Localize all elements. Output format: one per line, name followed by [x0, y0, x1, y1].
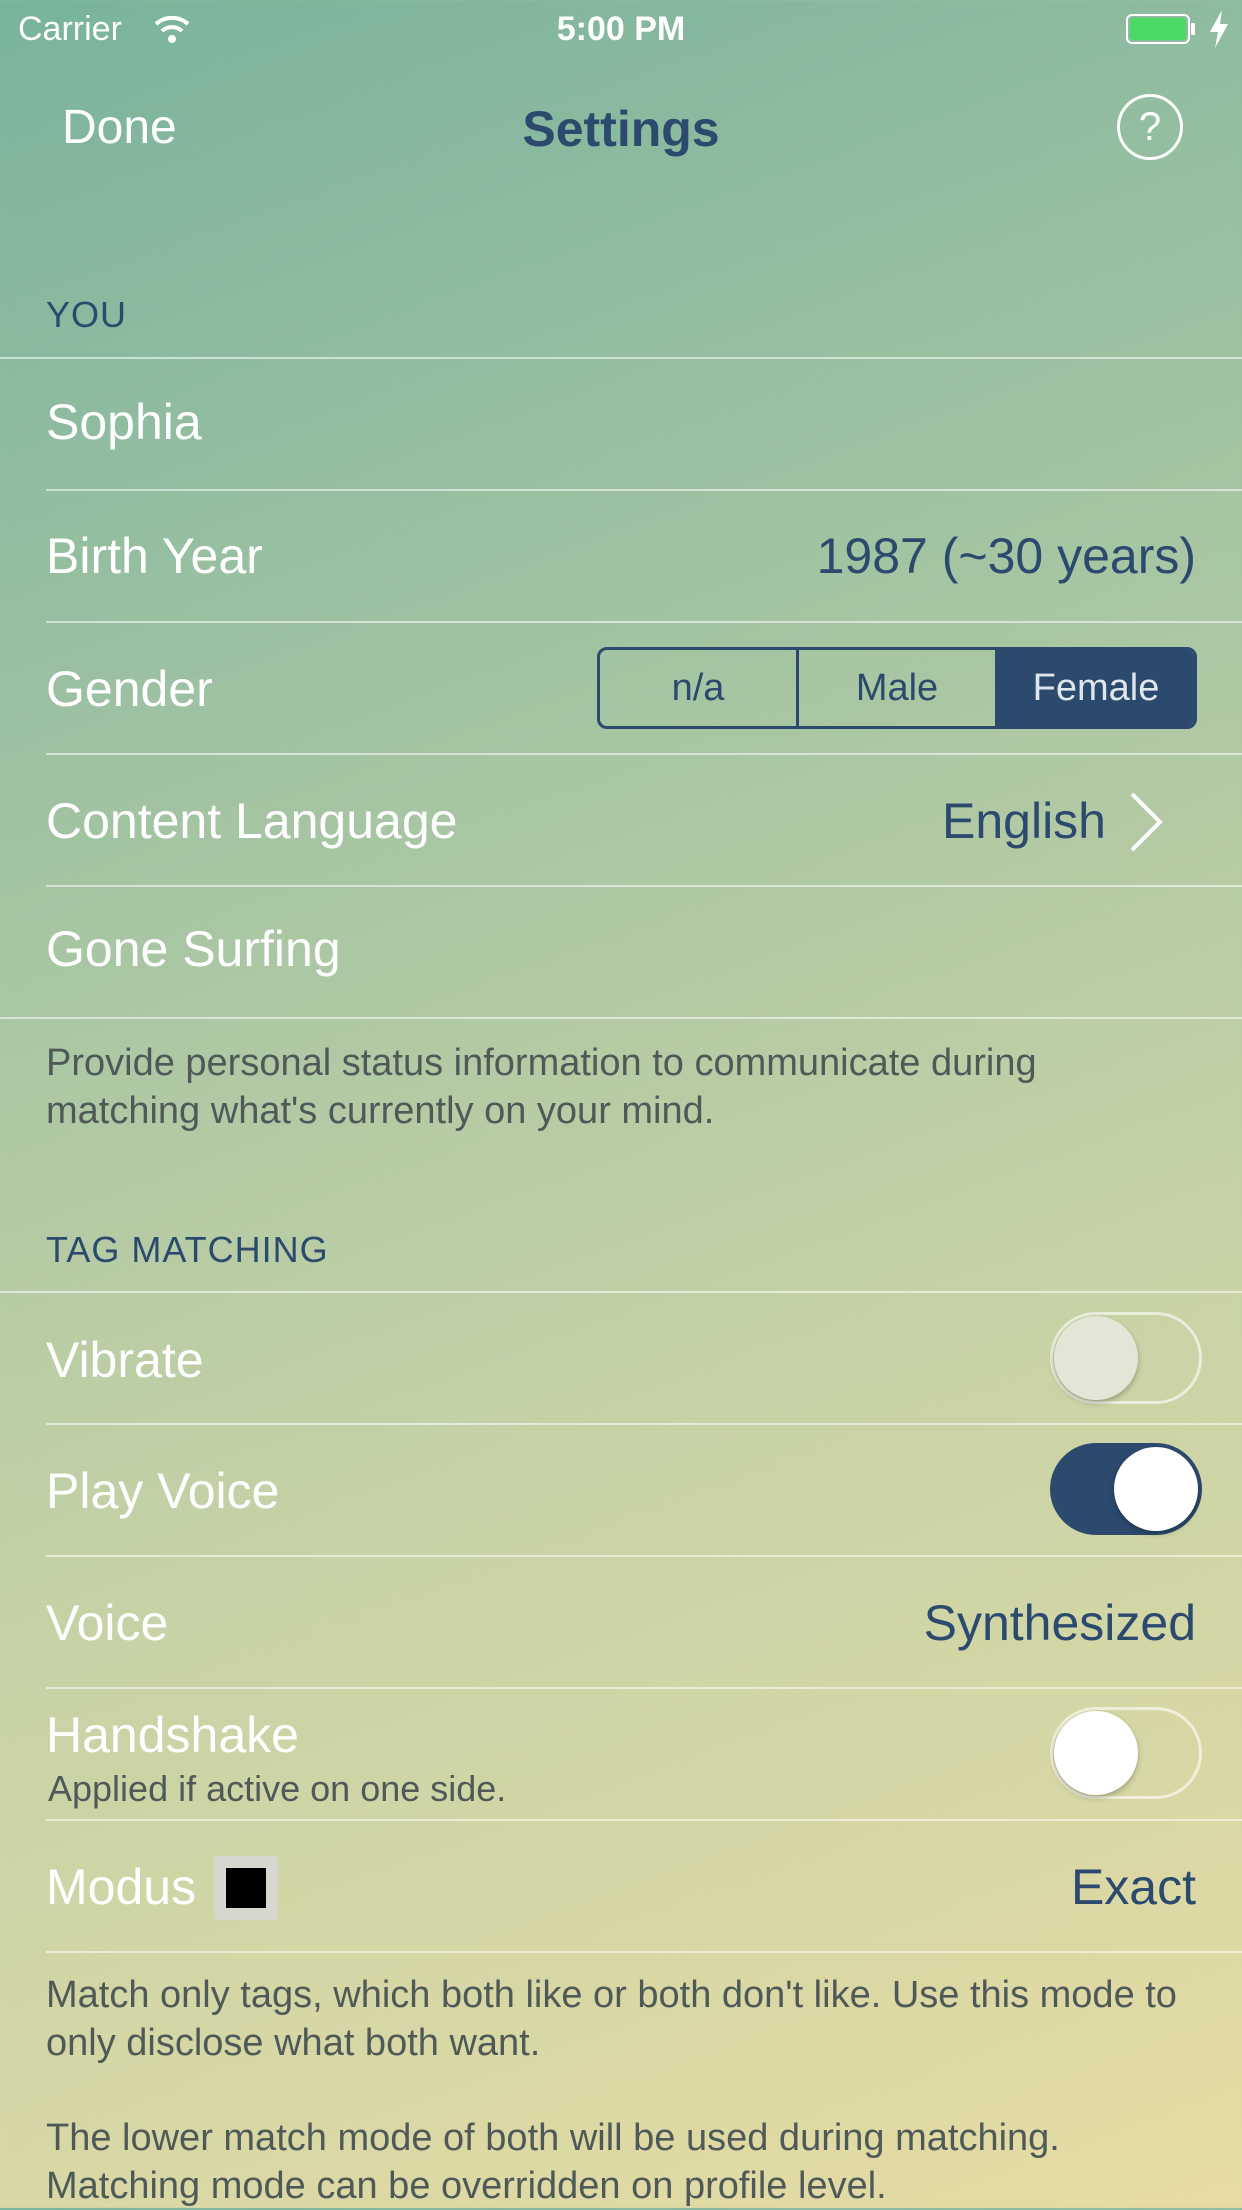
content-language-value[interactable]: English — [942, 792, 1106, 850]
section-header-you: YOU — [46, 294, 128, 335]
you-section-footer: Provide personal status information to c… — [46, 1042, 1037, 1132]
status-bar: Carrier 5:00 PM — [0, 0, 1242, 60]
divider — [0, 1291, 1242, 1293]
divider — [46, 1819, 1242, 1821]
charging-icon — [1210, 10, 1228, 48]
birth-year-label: Birth Year — [46, 528, 263, 584]
divider — [46, 1423, 1242, 1425]
divider — [0, 357, 1242, 359]
chevron-right-icon[interactable] — [1126, 790, 1166, 854]
toggle-knob — [1054, 1316, 1138, 1400]
vibrate-label: Vibrate — [46, 1332, 204, 1388]
play-voice-label: Play Voice — [46, 1463, 280, 1519]
help-button[interactable]: ? — [1117, 94, 1183, 160]
gender-option-na[interactable]: n/a — [600, 650, 799, 726]
status-field[interactable]: Gone Surfing — [46, 920, 341, 978]
voice-label: Voice — [46, 1595, 169, 1651]
section-header-tag-matching: TAG MATCHING — [46, 1229, 329, 1270]
tag-matching-footer-1: Match only tags, which both like or both… — [46, 1974, 1177, 2064]
vibrate-toggle[interactable] — [1050, 1312, 1202, 1404]
tag-matching-footer-2: The lower match mode of both will be use… — [46, 2117, 1060, 2207]
gender-option-male[interactable]: Male — [799, 650, 998, 726]
divider — [46, 621, 1242, 623]
battery-icon — [1126, 14, 1195, 44]
play-voice-toggle[interactable] — [1050, 1443, 1202, 1535]
handshake-toggle[interactable] — [1050, 1707, 1202, 1799]
modus-label: Modus — [46, 1859, 197, 1915]
handshake-subtitle: Applied if active on one side. — [48, 1768, 507, 1809]
navigation-bar: Done Settings ? — [0, 70, 1242, 180]
toggle-knob — [1054, 1711, 1138, 1795]
divider — [46, 753, 1242, 755]
birth-year-value[interactable]: 1987 (~30 years) — [817, 527, 1196, 585]
modus-value[interactable]: Exact — [1071, 1858, 1196, 1916]
gender-segmented-control: n/a Male Female — [597, 647, 1197, 729]
modus-indicator-icon — [214, 1856, 278, 1920]
divider — [46, 489, 1242, 491]
divider — [46, 1555, 1242, 1557]
toggle-knob — [1114, 1447, 1198, 1531]
divider — [0, 1017, 1242, 1019]
page-title: Settings — [522, 101, 720, 157]
gender-option-female[interactable]: Female — [998, 650, 1194, 726]
divider — [46, 1687, 1242, 1689]
voice-value[interactable]: Synthesized — [924, 1594, 1196, 1652]
handshake-label: Handshake — [46, 1707, 299, 1763]
divider — [46, 885, 1242, 887]
content-language-label[interactable]: Content Language — [46, 792, 457, 850]
clock-time: 5:00 PM — [556, 10, 686, 48]
divider — [46, 1951, 1242, 1953]
gender-label: Gender — [46, 661, 213, 717]
name-field[interactable]: Sophia — [46, 393, 202, 451]
